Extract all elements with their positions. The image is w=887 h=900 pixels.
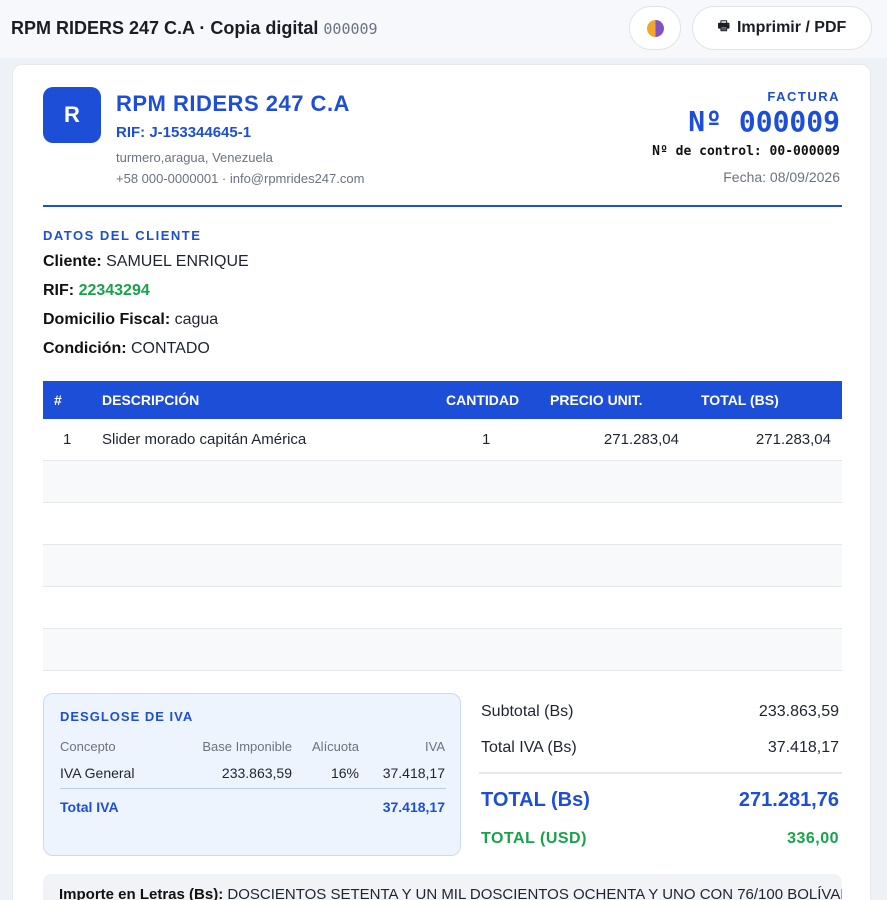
client-rif-line: RIF: 22343294 (43, 282, 150, 300)
col-number: # (54, 392, 62, 408)
header-divider (43, 205, 842, 207)
invoice-date: Fecha: 08/09/2026 (723, 169, 840, 185)
client-name-line: Cliente: SAMUEL ENRIQUE (43, 253, 249, 271)
company-address: turmero,aragua, Venezuela (116, 150, 273, 165)
iva-row-concept: IVA General (60, 765, 135, 781)
invoice-number: Nº 000009 (688, 105, 840, 138)
client-name: SAMUEL ENRIQUE (106, 253, 249, 270)
client-address: cagua (174, 311, 219, 328)
client-condition: CONTADO (131, 340, 210, 357)
company-contact: +58 000-0000001 · info@rpmrides247.com (116, 171, 365, 186)
total-usd-value: 336,00 (787, 830, 839, 847)
client-rif-label: RIF: (43, 282, 75, 299)
printer-icon: 🖶 (717, 18, 730, 33)
iva-breakdown-box: DESGLOSE DE IVA Concepto Base Imponible … (43, 693, 461, 856)
client-address-label: Domicilio Fiscal: (43, 311, 171, 328)
client-address-line: Domicilio Fiscal: cagua (43, 311, 218, 329)
print-pdf-button[interactable]: 🖶 Imprimir / PDF (692, 6, 872, 50)
amount-in-words-label: Importe en Letras (Bs): (59, 886, 224, 900)
row-total: 271.283,04 (755, 431, 831, 448)
table-row-empty (43, 587, 842, 629)
col-total: TOTAL (BS) (701, 392, 779, 408)
amount-in-words-text: DOSCIENTOS SETENTA Y UN MIL DOSCIENTOS O… (227, 886, 842, 900)
iva-breakdown-title: DESGLOSE DE IVA (60, 709, 194, 724)
table-row-empty (43, 629, 842, 671)
col-quantity: CANTIDAD (446, 392, 520, 408)
subtotal-value: 233.863,59 (758, 703, 839, 720)
company-logo: R (43, 87, 101, 143)
client-name-label: Cliente: (43, 253, 102, 270)
iva-col-concept: Concepto (60, 739, 116, 754)
top-bar: RPM RIDERS 247 C.A · Copia digital 00000… (0, 0, 887, 58)
grand-total-label: TOTAL (Bs) (481, 789, 590, 811)
total-iva-label: Total IVA (Bs) (481, 739, 577, 756)
invoice-sheet: R RPM RIDERS 247 C.A RIF: J-153344645-1 … (12, 64, 871, 900)
row-number: 1 (63, 431, 72, 448)
company-name: RPM RIDERS 247 C.A (116, 91, 350, 116)
row-unit-price: 271.283,04 (603, 431, 679, 448)
col-unit-price: PRECIO UNIT. (550, 392, 643, 408)
iva-col-iva: IVA (425, 739, 445, 754)
iva-total-value: 37.418,17 (382, 799, 445, 815)
table-row-empty (43, 545, 842, 587)
print-pdf-label: Imprimir / PDF (736, 19, 847, 36)
title-text: RPM RIDERS 247 C.A · Copia digital (11, 18, 319, 38)
document-code: 000009 (323, 20, 378, 38)
iva-row-rate: 16% (330, 765, 359, 781)
iva-divider (60, 788, 446, 789)
amount-in-words: Importe en Letras (Bs): DOSCIENTOS SETEN… (43, 874, 842, 900)
invoice-label: FACTURA (767, 89, 840, 104)
client-condition-line: Condición: CONTADO (43, 340, 210, 358)
control-number: Nº de control: 00-000009 (652, 144, 840, 159)
client-rif: 22343294 (78, 282, 150, 299)
row-description: Slider morado capitán América (102, 431, 307, 448)
table-row-empty (43, 461, 842, 503)
table-row: 1 Slider morado capitán América 1 271.28… (43, 419, 842, 461)
total-iva-value: 37.418,17 (767, 739, 839, 756)
items-table: # DESCRIPCIÓN CANTIDAD PRECIO UNIT. TOTA… (43, 381, 842, 671)
theme-toggle-icon (646, 19, 664, 37)
table-row-empty (43, 503, 842, 545)
iva-col-rate: Alícuota (312, 739, 359, 754)
items-table-header: # DESCRIPCIÓN CANTIDAD PRECIO UNIT. TOTA… (43, 381, 842, 419)
total-usd-label: TOTAL (USD) (481, 830, 587, 847)
iva-col-base: Base Imponible (202, 739, 292, 754)
client-condition-label: Condición: (43, 340, 127, 357)
grand-total-value: 271.281,76 (738, 789, 839, 811)
row-quantity: 1 (482, 431, 491, 448)
page-title: RPM RIDERS 247 C.A · Copia digital 00000… (11, 18, 378, 39)
iva-row-base: 233.863,59 (221, 765, 292, 781)
col-description: DESCRIPCIÓN (102, 392, 200, 408)
iva-row-iva: 37.418,17 (382, 765, 445, 781)
client-section-title: DATOS DEL CLIENTE (43, 228, 202, 243)
company-rif: RIF: J-153344645-1 (116, 124, 252, 141)
totals-divider (479, 772, 842, 774)
subtotal-label: Subtotal (Bs) (481, 703, 574, 720)
iva-total-label: Total IVA (60, 799, 119, 815)
theme-toggle-button[interactable] (629, 6, 681, 50)
